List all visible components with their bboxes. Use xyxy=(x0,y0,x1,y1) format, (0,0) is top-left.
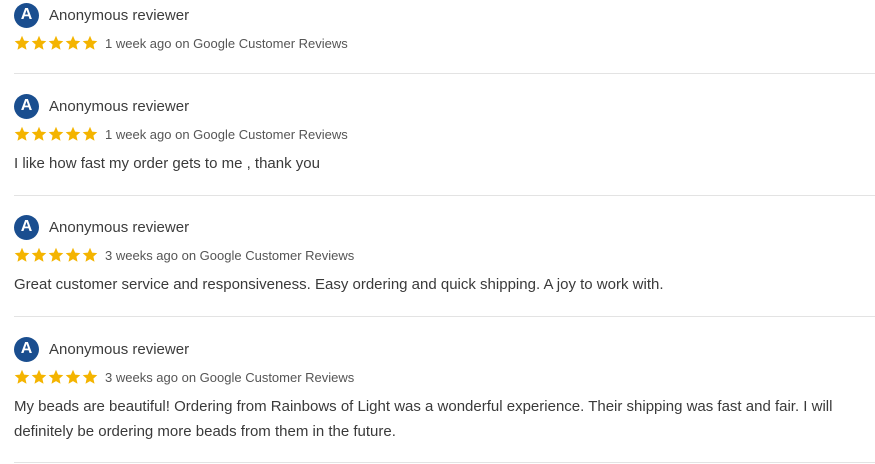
review-meta: 1 week ago on Google Customer Reviews xyxy=(14,123,875,145)
divider xyxy=(14,73,875,74)
review-item: A Anonymous reviewer 1 week ago on Googl… xyxy=(14,93,875,196)
star-rating xyxy=(14,247,98,263)
star-icon xyxy=(31,35,47,51)
review-date-source: 1 week ago on Google Customer Reviews xyxy=(105,35,348,51)
star-icon xyxy=(48,247,64,263)
avatar: A xyxy=(14,214,39,240)
reviewer-name: Anonymous reviewer xyxy=(49,218,190,236)
star-icon xyxy=(65,369,81,385)
review-date-source: 1 week ago on Google Customer Reviews xyxy=(105,126,348,142)
review-meta: 3 weeks ago on Google Customer Reviews xyxy=(14,366,875,388)
divider xyxy=(14,195,875,196)
review-header: A Anonymous reviewer xyxy=(14,93,875,119)
star-icon xyxy=(14,247,30,263)
review-header: A Anonymous reviewer xyxy=(14,336,875,362)
review-meta: 3 weeks ago on Google Customer Reviews xyxy=(14,244,875,266)
divider xyxy=(14,462,875,463)
review-text: Great customer service and responsivenes… xyxy=(14,276,664,293)
star-icon xyxy=(65,35,81,51)
review-header: A Anonymous reviewer xyxy=(14,2,875,28)
reviewer-name: Anonymous reviewer xyxy=(49,340,190,358)
star-icon xyxy=(14,369,30,385)
avatar: A xyxy=(14,93,39,119)
review-date-source: 3 weeks ago on Google Customer Reviews xyxy=(105,247,355,263)
star-icon xyxy=(31,126,47,142)
star-icon xyxy=(65,126,81,142)
star-rating xyxy=(14,126,98,142)
star-rating xyxy=(14,369,98,385)
review-text: My beads are beautiful! Ordering from Ra… xyxy=(14,398,833,440)
review-item: A Anonymous reviewer 3 weeks ago on Goog… xyxy=(14,336,875,463)
review-item: A Anonymous reviewer 1 week ago on Googl… xyxy=(14,2,875,74)
reviewer-name: Anonymous reviewer xyxy=(49,6,190,24)
star-icon xyxy=(82,247,98,263)
review-header: A Anonymous reviewer xyxy=(14,214,875,240)
star-icon xyxy=(82,126,98,142)
star-icon xyxy=(31,247,47,263)
review-meta: 1 week ago on Google Customer Reviews xyxy=(14,32,875,54)
avatar: A xyxy=(14,336,39,362)
reviews-list: A Anonymous reviewer 1 week ago on Googl… xyxy=(0,0,875,464)
review-text: I like how fast my order gets to me , th… xyxy=(14,155,320,172)
divider xyxy=(14,316,875,317)
star-icon xyxy=(14,126,30,142)
reviewer-name: Anonymous reviewer xyxy=(49,97,190,115)
star-icon xyxy=(65,247,81,263)
star-icon xyxy=(48,35,64,51)
star-icon xyxy=(31,369,47,385)
review-date-source: 3 weeks ago on Google Customer Reviews xyxy=(105,369,355,385)
star-icon xyxy=(14,35,30,51)
avatar: A xyxy=(14,2,39,28)
star-icon xyxy=(82,35,98,51)
star-icon xyxy=(82,369,98,385)
star-icon xyxy=(48,126,64,142)
review-item: A Anonymous reviewer 3 weeks ago on Goog… xyxy=(14,214,875,317)
star-rating xyxy=(14,35,98,51)
star-icon xyxy=(48,369,64,385)
